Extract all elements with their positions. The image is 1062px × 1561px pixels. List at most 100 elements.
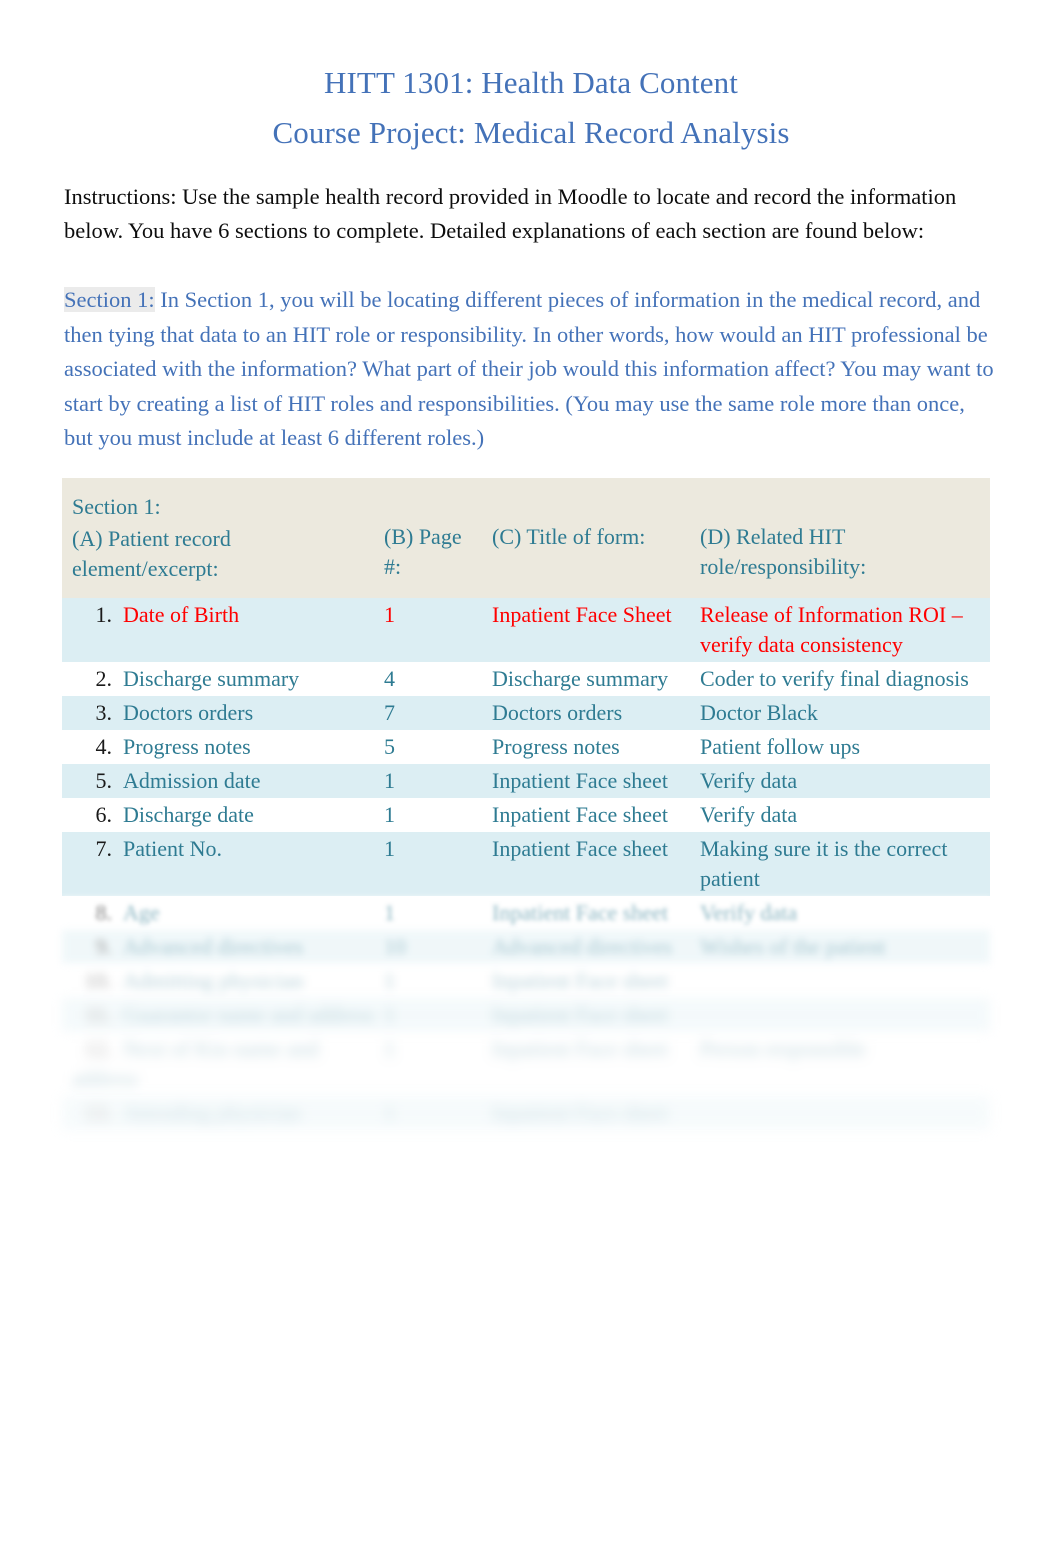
list-item-label: Admission date [123, 767, 261, 793]
cell-related-hit-role: Release of Information ROI – verify data… [700, 597, 990, 662]
cell-patient-record-element: 6. Discharge date [62, 797, 384, 832]
table-row: 12. Next of Kin name and address 1 Inpatien… [62, 1031, 990, 1096]
header-cell-b: (B) Page #: [384, 477, 492, 598]
table-row: 10. Admitting physician 1 Inpatient Face sh… [62, 963, 990, 998]
table-row: 6. Discharge date 1 Inpatient Face sheet Ver… [62, 797, 990, 832]
cell-title-of-form: Inpatient Face sheet [492, 1095, 700, 1130]
cell-related-hit-role [700, 963, 990, 998]
header-spacer-c [492, 492, 692, 522]
list-item-label: Patient No. [123, 835, 222, 861]
cell-page-number: 1 [384, 597, 492, 662]
list-item-label: Advanced directives [123, 933, 304, 959]
cell-patient-record-element: 4. Progress notes [62, 729, 384, 764]
cell-page-number: 1 [384, 1031, 492, 1096]
list-item-label: Guarantor name and address [123, 1001, 375, 1027]
list-item-number: 13. [84, 1099, 113, 1125]
list-item-label: Date of Birth [123, 601, 240, 627]
header-label-a: (A) Patient record element/excerpt: [72, 525, 231, 581]
table-row: 9. Advanced directives 10 Advanced directiv… [62, 929, 990, 964]
cell-related-hit-role: Wishes of the patient [700, 929, 990, 964]
cell-title-of-form: Inpatient Face sheet [492, 997, 700, 1032]
cell-patient-record-element: 1. Date of Birth [62, 597, 384, 662]
table-row: 13. Attending physician 1 Inpatient Face sh… [62, 1095, 990, 1130]
list-item-number: 8. [95, 899, 113, 925]
table-body: 1. Date of Birth 1 Inpatient Face Sheet Rele… [62, 597, 990, 1130]
table-row: 5. Admission date 1 Inpatient Face sheet Ver… [62, 763, 990, 798]
cell-title-of-form: Inpatient Face sheet [492, 963, 700, 998]
cell-related-hit-role: Doctor Black [700, 695, 990, 730]
cell-page-number: 7 [384, 695, 492, 730]
instructions-paragraph: Instructions: Use the sample health reco… [64, 184, 957, 243]
cell-page-number: 1 [384, 831, 492, 896]
cell-patient-record-element: 8. Age [62, 895, 384, 930]
cell-page-number: 1 [384, 997, 492, 1032]
table-caption: Section 1: [72, 493, 161, 519]
cell-patient-record-element: 11. Guarantor name and address [62, 997, 384, 1032]
table-header-row: Section 1: (A) Patient record element/ex… [62, 477, 990, 598]
table-row: 8. Age 1 Inpatient Face sheet Verify data [62, 895, 990, 930]
cell-related-hit-role [700, 997, 990, 1032]
cell-patient-record-element: 5. Admission date [62, 763, 384, 798]
cell-title-of-form: Inpatient Face sheet [492, 797, 700, 832]
header-cell-c: (C) Title of form: [492, 477, 700, 598]
list-item-label: Attending physician [123, 1099, 301, 1125]
list-item-number: 7. [95, 835, 113, 861]
list-item-label: Admitting physician [123, 967, 304, 993]
cell-title-of-form: Inpatient Face sheet [492, 831, 700, 896]
page-title-line-2: Course Project: Medical Record Analysis [272, 115, 790, 150]
list-item-number: 4. [95, 733, 113, 759]
list-item-number: 10. [84, 967, 113, 993]
cell-related-hit-role: Patient follow ups [700, 729, 990, 764]
section-1-intro-body: In Section 1, you will be locating diffe… [64, 287, 994, 450]
page-bottom-margin [0, 1378, 1062, 1561]
cell-patient-record-element: 2. Discharge summary [62, 661, 384, 696]
list-item-number: 3. [95, 699, 113, 725]
cell-title-of-form: Inpatient Face Sheet [492, 597, 700, 662]
cell-patient-record-element: 13. Attending physician [62, 1095, 384, 1130]
list-item-label: Progress notes [123, 733, 251, 759]
header-spacer-b [384, 492, 484, 522]
list-item-number: 1. [95, 601, 113, 627]
cell-related-hit-role: Verify data [700, 763, 990, 798]
page-title-line-1: HITT 1301: Health Data Content [324, 65, 738, 100]
cell-title-of-form: Inpatient Face sheet [492, 895, 700, 930]
header-spacer-d [700, 492, 982, 522]
cell-patient-record-element: 7. Patient No. [62, 831, 384, 896]
cell-title-of-form: Inpatient Face sheet [492, 1031, 700, 1096]
cell-title-of-form: Discharge summary [492, 661, 700, 696]
cell-related-hit-role [700, 1095, 990, 1130]
table-head: Section 1: (A) Patient record element/ex… [62, 477, 990, 598]
document-page: HITT 1301: Health Data Content Course Pr… [0, 0, 1062, 1561]
cell-title-of-form: Doctors orders [492, 695, 700, 730]
section-1-table: Section 1: (A) Patient record element/ex… [62, 477, 990, 1130]
list-item-label: Discharge date [123, 801, 254, 827]
header-label-b: (B) Page #: [384, 523, 462, 579]
cell-title-of-form: Advanced directives [492, 929, 700, 964]
list-item-number: 12. [84, 1035, 113, 1061]
table-row: 1. Date of Birth 1 Inpatient Face Sheet Rele… [62, 597, 990, 662]
header-cell-d: (D) Related HIT role/responsibility: [700, 477, 990, 598]
list-item-number: 5. [95, 767, 113, 793]
cell-page-number: 5 [384, 729, 492, 764]
cell-page-number: 1 [384, 797, 492, 832]
list-item-label: Doctors orders [123, 699, 254, 725]
preview-fade-overlay [0, 1290, 1062, 1380]
table-row: 7. Patient No. 1 Inpatient Face sheet Making… [62, 831, 990, 896]
header-label-d: (D) Related HIT role/responsibility: [700, 523, 867, 579]
list-item-number: 2. [95, 665, 113, 691]
section-1-intro-paragraph: Section 1: In Section 1, you will be loc… [64, 283, 996, 456]
cell-related-hit-role: Verify data [700, 895, 990, 930]
list-item-label: Age [123, 899, 160, 925]
list-item-number: 6. [95, 801, 113, 827]
cell-patient-record-element: 10. Admitting physician [62, 963, 384, 998]
section-1-intro-label: Section 1: [64, 287, 155, 312]
section-1-table-wrap: Section 1: (A) Patient record element/ex… [0, 477, 1062, 1130]
cell-page-number: 10 [384, 929, 492, 964]
header-label-c: (C) Title of form: [492, 523, 646, 549]
cell-title-of-form: Inpatient Face sheet [492, 763, 700, 798]
cell-page-number: 1 [384, 763, 492, 798]
cell-page-number: 1 [384, 895, 492, 930]
cell-patient-record-element: 12. Next of Kin name and address [62, 1031, 384, 1096]
cell-page-number: 1 [384, 963, 492, 998]
title-block: HITT 1301: Health Data Content Course Pr… [0, 0, 1062, 158]
